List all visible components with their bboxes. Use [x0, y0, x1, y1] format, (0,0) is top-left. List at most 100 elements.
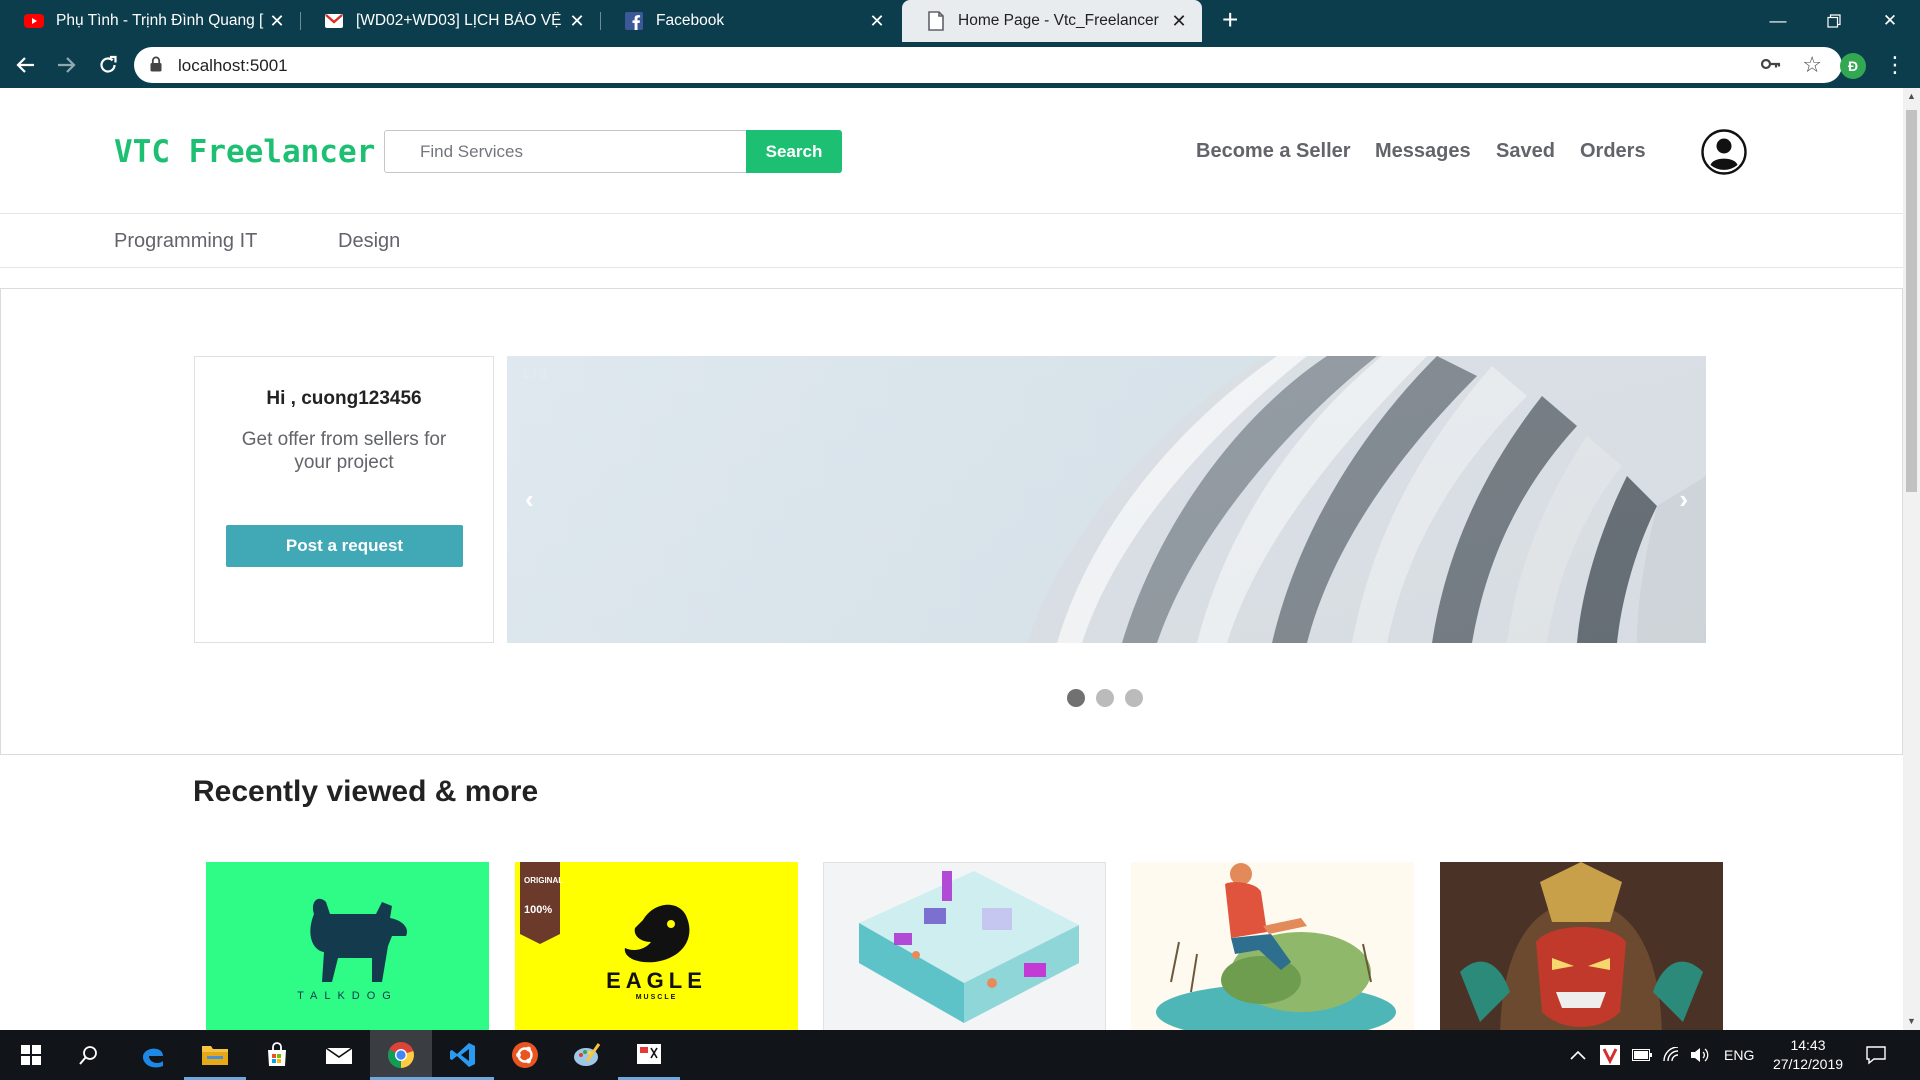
architecture-slide-image	[507, 356, 1706, 643]
chrome-icon[interactable]	[370, 1030, 432, 1080]
site-logo[interactable]: VTC Freelancer	[114, 134, 375, 170]
carousel-dots	[1067, 689, 1143, 707]
tab-title: Home Page - Vtc_Freelancer	[958, 12, 1159, 29]
bookmark-star-icon[interactable]: ☆	[1802, 52, 1822, 78]
minimize-icon[interactable]: —	[1750, 0, 1806, 42]
mail-icon[interactable]	[308, 1030, 370, 1080]
category-programming-it[interactable]: Programming IT	[114, 230, 257, 253]
greeting: Hi , cuong123456	[266, 388, 422, 409]
carousel-prev-button[interactable]: ‹	[525, 484, 534, 515]
eagle-text: EAGLE	[606, 968, 707, 993]
reload-icon[interactable]	[88, 42, 128, 88]
site-header: VTC Freelancer Search Become a Seller Me…	[0, 88, 1903, 214]
notifications-icon[interactable]	[1866, 1030, 1886, 1080]
windows-start-icon[interactable]	[0, 1030, 62, 1080]
nav-orders[interactable]: Orders	[1580, 140, 1646, 163]
language-indicator[interactable]: ENG	[1724, 1030, 1754, 1080]
nav-become-seller[interactable]: Become a Seller	[1196, 140, 1351, 163]
badge-percent-text: 100%	[524, 904, 553, 916]
clock-time: 14:43	[1790, 1037, 1826, 1053]
gig-card-eagle[interactable]: ORIGINAL 100% EAGLE MUSCLE	[515, 862, 798, 1030]
back-icon[interactable]	[6, 42, 46, 88]
search-input[interactable]	[384, 130, 746, 173]
man-in-pond-image	[1156, 863, 1396, 1030]
category-bar: Programming IT Design	[0, 215, 1903, 268]
facebook-icon	[624, 11, 644, 31]
search-bar: Search	[384, 130, 842, 173]
store-icon[interactable]	[246, 1030, 308, 1080]
show-hidden-icons-icon[interactable]	[1570, 1030, 1586, 1080]
carousel-dot[interactable]	[1125, 689, 1143, 707]
carousel-dot[interactable]	[1096, 689, 1114, 707]
gmail-icon	[324, 11, 344, 31]
profile-avatar[interactable]: Đ	[1840, 53, 1866, 79]
isometric-room-image	[859, 871, 1079, 1023]
edge-browser-icon[interactable]	[122, 1030, 184, 1080]
wifi-icon[interactable]	[1662, 1030, 1682, 1080]
tab-facebook[interactable]: Facebook ✕	[600, 0, 900, 42]
tab-title: Phụ Tình - Trịnh Đình Quang [MV	[56, 12, 264, 29]
page-viewport: VTC Freelancer Search Become a Seller Me…	[0, 88, 1920, 1030]
paint-icon[interactable]	[556, 1030, 618, 1080]
post-request-button[interactable]: Post a request	[226, 525, 463, 567]
samurai-mask-image	[1440, 862, 1723, 1030]
file-explorer-icon[interactable]	[184, 1030, 246, 1080]
tab-title: [WD02+WD03] LỊCH BẢO VỆ CHỈ	[356, 12, 564, 29]
browser-tab-strip: Phụ Tình - Trịnh Đình Quang [MV ✕ [WD02+…	[0, 0, 1920, 42]
windows-taskbar: ENG 14:43 27/12/2019	[0, 1030, 1920, 1080]
page-scrollbar[interactable]: ▲ ▼	[1903, 88, 1920, 1030]
lock-icon	[150, 56, 162, 72]
search-button[interactable]: Search	[746, 130, 842, 173]
address-bar[interactable]: localhost:5001 ☆	[134, 47, 1842, 83]
slide-counter: 1 / 3	[522, 366, 548, 381]
recently-viewed-title: Recently viewed & more	[193, 775, 539, 808]
snipping-tool-icon[interactable]	[618, 1030, 680, 1080]
browser-toolbar: localhost:5001 ☆ Đ ⋮	[0, 42, 1920, 88]
eagle-muscle-logo-image	[520, 862, 690, 963]
gig-card-talkdog[interactable]: TALKDOG	[206, 862, 489, 1030]
close-tab-icon[interactable]: ✕	[1166, 11, 1192, 32]
welcome-card: Hi , cuong123456 Get offer from sellers …	[194, 356, 494, 643]
gig-card-isometric-room[interactable]	[823, 862, 1106, 1030]
close-window-icon[interactable]: ✕	[1862, 0, 1918, 42]
volume-icon[interactable]	[1690, 1030, 1710, 1080]
menu-icon[interactable]: ⋮	[1880, 50, 1910, 80]
forward-icon[interactable]	[46, 42, 86, 88]
scrollbar-thumb[interactable]	[1906, 110, 1917, 492]
tab-gmail[interactable]: [WD02+WD03] LỊCH BẢO VỆ CHỈ ✕	[300, 0, 600, 42]
clock-date: 27/12/2019	[1772, 1056, 1844, 1072]
taskbar-clock[interactable]: 14:43 27/12/2019	[1766, 1036, 1850, 1074]
tab-home-page[interactable]: Home Page - Vtc_Freelancer ✕	[902, 0, 1202, 42]
scroll-down-icon[interactable]: ▼	[1903, 1013, 1920, 1030]
page-icon	[926, 11, 946, 31]
category-design[interactable]: Design	[338, 230, 400, 253]
gig-card-pond-illustration[interactable]	[1131, 862, 1414, 1030]
restore-icon[interactable]	[1806, 0, 1862, 42]
scroll-up-icon[interactable]: ▲	[1903, 88, 1920, 105]
user-avatar-icon[interactable]	[1701, 129, 1747, 175]
battery-icon[interactable]	[1632, 1030, 1652, 1080]
vscode-icon[interactable]	[432, 1030, 494, 1080]
talkdog-text: TALKDOG	[297, 990, 398, 1002]
ubuntu-icon[interactable]	[494, 1030, 556, 1080]
key-icon[interactable]	[1760, 53, 1782, 81]
close-tab-icon[interactable]: ✕	[864, 11, 890, 32]
tab-title: Facebook	[656, 12, 725, 29]
badge-original-text: ORIGINAL	[524, 876, 564, 885]
close-tab-icon[interactable]: ✕	[564, 11, 590, 32]
muscle-text: MUSCLE	[635, 994, 678, 1001]
nav-saved[interactable]: Saved	[1496, 140, 1555, 163]
youtube-icon	[24, 11, 44, 31]
carousel-next-button[interactable]: ›	[1679, 484, 1688, 515]
new-tab-button[interactable]: +	[1222, 6, 1238, 34]
hero-section: Hi , cuong123456 Get offer from sellers …	[0, 288, 1903, 755]
gig-card-samurai[interactable]	[1440, 862, 1723, 1030]
tab-youtube[interactable]: Phụ Tình - Trịnh Đình Quang [MV ✕	[0, 0, 300, 42]
antivirus-tray-icon[interactable]	[1600, 1030, 1620, 1080]
nav-messages[interactable]: Messages	[1375, 140, 1471, 163]
search-icon[interactable]	[58, 1030, 120, 1080]
carousel-dot[interactable]	[1067, 689, 1085, 707]
talkdog-logo-image	[310, 898, 408, 982]
welcome-subtitle: Get offer from sellers for your project	[241, 429, 447, 473]
close-tab-icon[interactable]: ✕	[264, 11, 290, 32]
